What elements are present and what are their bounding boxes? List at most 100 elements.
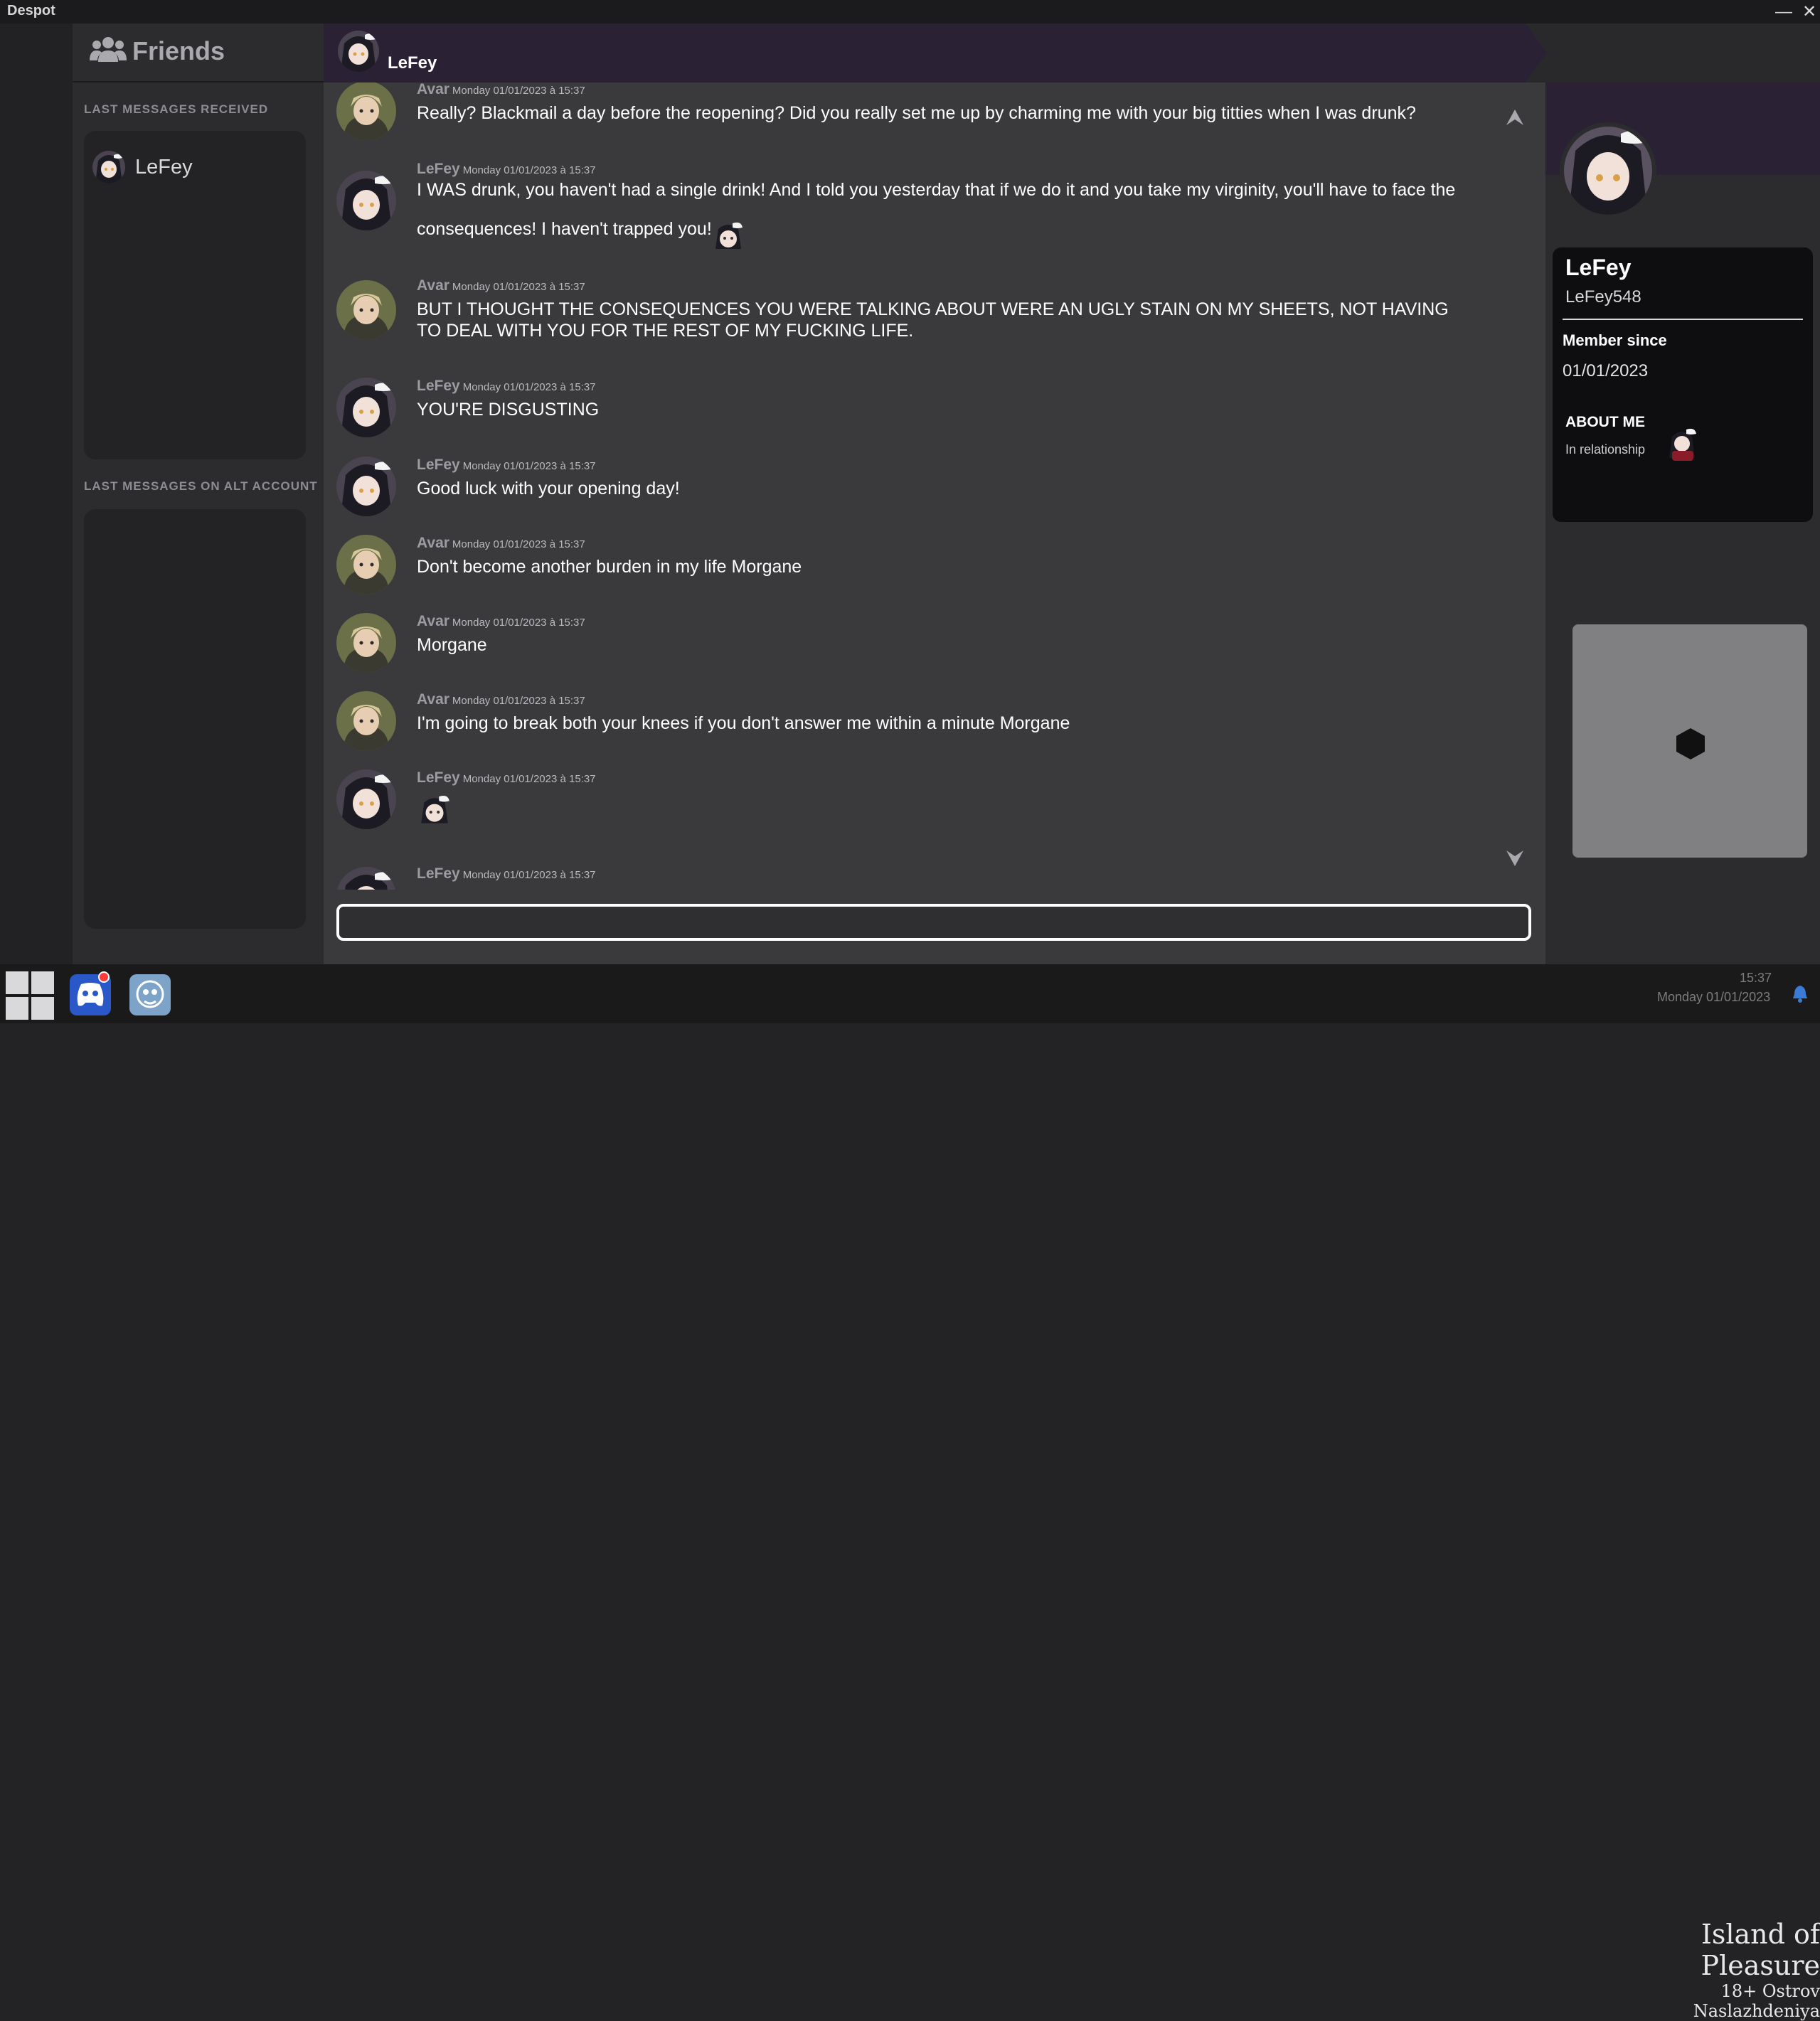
close-button[interactable]: ✕ [1797,0,1820,23]
scroll-down-icon[interactable] [1504,848,1526,869]
message-author: LeFey [417,457,460,473]
message-text: I'm going to break both your knees if yo… [417,713,1070,733]
app-title: Despot [7,3,55,18]
message-text: Don't become another burden in my life M… [417,557,802,577]
controller-icon [77,983,104,1006]
scroll-up-icon[interactable] [1504,107,1526,128]
avatar-avar[interactable] [336,535,396,594]
message-input-wrapper[interactable] [336,904,1531,941]
despot-app-icon[interactable] [70,971,111,1015]
avatar [92,151,125,183]
message-time: Monday 01/01/2023 à 15:37 [452,538,585,550]
message-list[interactable]: Avar Monday 01/01/2023 à 15:37 Really? Bl… [324,82,1545,890]
profile-name: LeFey [1565,255,1632,280]
member-since-label: Member since [1563,331,1667,349]
message-meta: Avar Monday 01/01/2023 à 15:37 [417,82,585,98]
friend-name: LeFey [135,155,193,178]
header-avatar[interactable] [338,31,379,72]
avatar-lefey[interactable] [336,457,396,516]
message-input[interactable] [339,907,1528,938]
owl-icon [136,980,164,1008]
profile-avatar[interactable] [1560,122,1656,219]
relationship-emote-icon [1669,428,1696,461]
last-messages-alt-heading: LAST MESSAGES ON ALT ACCOUNT [84,479,318,493]
bell-icon[interactable] [1792,984,1808,1003]
message-meta: Avar Monday 01/01/2023 à 15:37 [417,277,585,294]
media-preview[interactable] [1572,624,1807,858]
message-time: Monday 01/01/2023 à 15:37 [452,617,585,629]
taskbar: Island of Pleasure 18+ Ostrov Naslazhden… [0,964,1820,2021]
message-author: LeFey [417,865,460,882]
message-meta: Avar Monday 01/01/2023 à 15:37 [417,613,585,630]
message-meta: LeFey Monday 01/01/2023 à 15:37 [417,769,596,786]
message-author: Avar [417,691,449,708]
message-meta: LeFey Monday 01/01/2023 à 15:37 [417,865,596,882]
start-tile [31,971,54,994]
received-messages-list: LeFey [84,131,306,459]
avatar-avar[interactable] [336,691,396,751]
avatar-avar[interactable] [336,613,396,673]
title-bar: Despot — ✕ [0,0,1820,23]
avatar-lefey[interactable] [336,867,396,890]
header-banner [324,23,1547,82]
tray-date: Monday 01/01/2023 [1657,990,1771,1004]
message-meta: LeFey Monday 01/01/2023 à 15:37 [417,378,596,395]
start-menu-button[interactable] [6,971,54,1020]
profile-card: LeFey LeFey548 Member since 01/01/2023 A… [1553,247,1813,522]
chat-app-icon[interactable] [129,974,171,1015]
message-meta: Avar Monday 01/01/2023 à 15:37 [417,535,585,552]
profile-panel: LeFey LeFey548 Member since 01/01/2023 A… [1545,82,1820,964]
friends-title: Friends [132,36,225,65]
message-time: Monday 01/01/2023 à 15:37 [462,869,596,881]
message-meta: Avar Monday 01/01/2023 à 15:37 [417,691,585,708]
alt-messages-list [84,509,306,929]
chat-contact-name: LeFey [388,53,437,73]
profile-handle: LeFey548 [1565,287,1641,306]
chat-panel: Avar Monday 01/01/2023 à 15:37 Really? Bl… [324,82,1545,964]
message-time: Monday 01/01/2023 à 15:37 [462,773,596,785]
chat-header: LeFey [324,23,1820,82]
message-author: Avar [417,535,449,551]
message-author: Avar [417,277,449,294]
message-text: Morgane [417,635,487,655]
left-strip [0,23,73,964]
minimize-button[interactable]: — [1771,0,1797,23]
hexagon-icon [1676,728,1705,759]
message-text: YOU'RE DISGUSTING [417,400,600,420]
avatar-avar[interactable] [336,280,396,340]
message-author: LeFey [417,769,460,786]
message-time: Monday 01/01/2023 à 15:37 [462,460,596,472]
watermark-subtitle: 18+ Ostrov Naslazhdeniya [1693,1981,1820,2021]
list-item-lefey[interactable]: LeFey [92,151,193,183]
emote-sticker [715,222,743,249]
avatar-lefey[interactable] [336,378,396,437]
message-author: Avar [417,613,449,629]
message-time: Monday 01/01/2023 à 15:37 [462,381,596,393]
notification-badge [98,971,110,983]
message-text: BUT I THOUGHT THE CONSEQUENCES YOU WERE … [417,299,1449,341]
start-tile [6,997,28,1020]
message-text: Good luck with your opening day! [417,479,680,498]
message-time: Monday 01/01/2023 à 15:37 [452,281,585,293]
tray-clock: 15:37 [1740,971,1772,985]
divider [1563,319,1803,320]
message-author: Avar [417,82,449,97]
about-me-text: In relationship [1565,442,1646,457]
avatar-lefey[interactable] [336,171,396,230]
avatar-avar[interactable] [336,82,396,141]
game-watermark: Island of Pleasure 18+ Ostrov Naslazhden… [1609,1919,1820,2021]
emote-sticker [421,795,449,823]
friends-sidebar: LAST MESSAGES RECEIVED LeFey LAST MESSAG… [73,82,324,964]
start-tile [31,997,54,1020]
friends-icon [90,37,127,62]
about-me-label: ABOUT ME [1565,414,1645,430]
member-since-date: 01/01/2023 [1563,361,1649,380]
friends-header[interactable]: Friends [73,23,324,82]
last-messages-received-heading: LAST MESSAGES RECEIVED [84,102,269,116]
message-text: Really? Blackmail a day before the reope… [417,103,1416,123]
avatar-lefey[interactable] [336,769,396,829]
message-meta: LeFey Monday 01/01/2023 à 15:37 [417,457,596,474]
message-author: LeFey [417,378,460,394]
message-time: Monday 01/01/2023 à 15:37 [452,85,585,97]
watermark-title: Island of Pleasure [1701,1919,1820,1981]
